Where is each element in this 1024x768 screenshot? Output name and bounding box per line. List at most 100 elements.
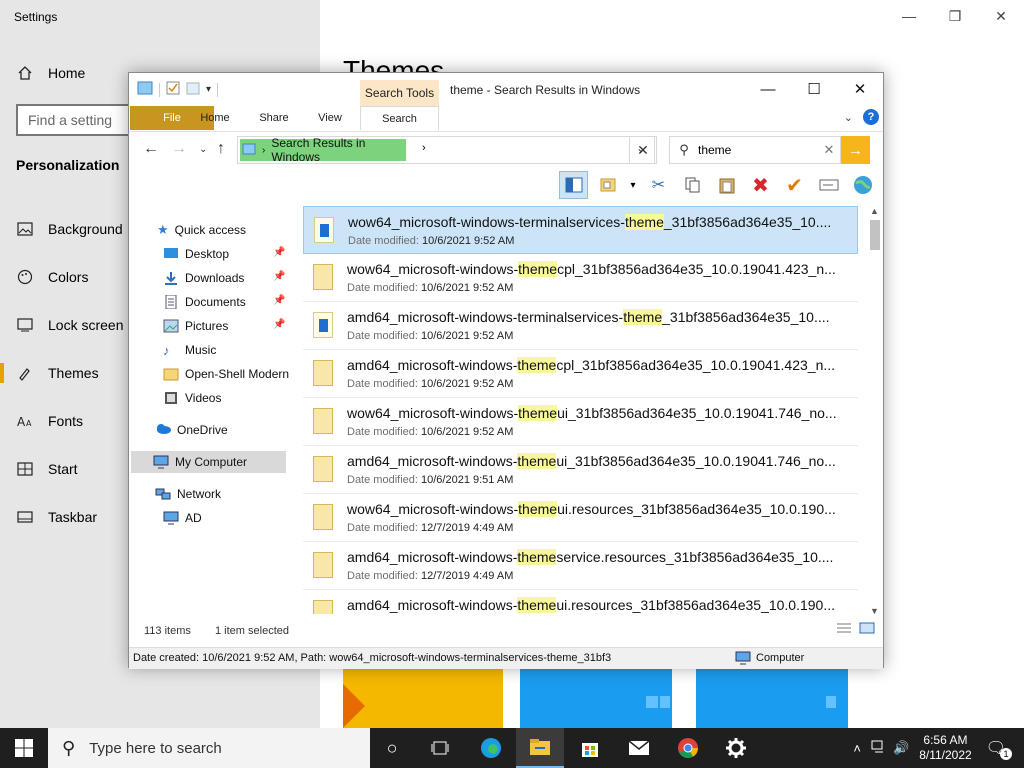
taskbar-search-box[interactable]: ⚲ Type here to search (48, 728, 370, 768)
show-hidden-icons-icon[interactable]: ˄ (853, 741, 861, 756)
nav-downloads[interactable]: Downloads (163, 267, 244, 289)
settings-nav-background[interactable]: Background (0, 205, 135, 253)
scrollbar-thumb[interactable] (870, 220, 880, 250)
task-view-icon[interactable] (416, 728, 464, 768)
result-row[interactable]: amd64_microsoft-windows-terminalservices… (303, 302, 858, 350)
settings-nav-lock-screen[interactable]: Lock screen (0, 301, 135, 349)
copy-icon[interactable] (678, 171, 707, 199)
properties-icon[interactable] (166, 81, 180, 98)
nav-desktop[interactable]: Desktop (163, 243, 229, 265)
recent-locations-icon[interactable]: ⌄ (199, 144, 207, 155)
nav-my-computer[interactable]: My Computer (131, 451, 286, 473)
preview-pane-button[interactable] (559, 171, 588, 199)
nav-quick-access[interactable]: ★ Quick access (157, 219, 246, 241)
stop-search-button[interactable]: ✕ (629, 136, 657, 164)
find-setting-input[interactable]: Find a setting (16, 104, 136, 136)
settings-nav-themes[interactable]: Themes (0, 349, 135, 397)
delete-icon[interactable]: ✖ (746, 171, 775, 199)
clear-search-icon[interactable]: ✕ (818, 142, 840, 158)
details-view-icon[interactable] (836, 622, 852, 637)
chrome-icon[interactable] (664, 728, 712, 768)
result-row[interactable]: wow64_microsoft-windows-themeui.resource… (303, 494, 858, 542)
new-item-button[interactable] (593, 171, 622, 199)
close-button[interactable]: ✕ (978, 0, 1024, 32)
settings-home-link[interactable]: Home (16, 64, 85, 82)
search-go-button[interactable]: → (841, 136, 870, 164)
edge-icon[interactable] (467, 728, 515, 768)
mail-icon[interactable] (615, 728, 663, 768)
theme-thumbnail[interactable] (696, 666, 848, 728)
nav-network-ad[interactable]: AD (163, 507, 202, 529)
nav-label: My Computer (175, 455, 248, 469)
restore-button[interactable]: ❐ (932, 0, 978, 32)
result-row[interactable]: amd64_microsoft-windows-themeui.resource… (303, 590, 858, 614)
back-arrow-icon[interactable]: ← (143, 140, 159, 158)
address-bar[interactable]: › Search Results in Windows › ⌄ (237, 136, 655, 164)
nav-onedrive[interactable]: OneDrive (155, 419, 228, 441)
volume-icon[interactable]: 🔊 (893, 740, 909, 756)
new-item-dropdown-icon[interactable]: ▾ (627, 171, 639, 199)
large-icons-view-icon[interactable] (859, 622, 875, 637)
forward-arrow-icon[interactable]: → (171, 140, 187, 158)
date-value: 10/6/2021 9:51 AM (421, 474, 514, 486)
theme-thumbnail[interactable] (520, 666, 672, 728)
nav-network[interactable]: Network (155, 483, 221, 505)
address-row: ← → ⌄ ↑ › Search Results in Windows › ⌄ … (129, 131, 883, 167)
settings-nav-fonts[interactable]: AA Fonts (0, 397, 135, 445)
nav-music[interactable]: ♪ Music (163, 339, 216, 361)
expand-ribbon-icon[interactable]: ⌄ (844, 111, 853, 124)
cortana-icon[interactable]: ○ (368, 728, 416, 768)
nav-pictures[interactable]: Pictures (163, 315, 228, 337)
nav-videos[interactable]: Videos (163, 387, 221, 409)
globe-icon[interactable] (848, 171, 877, 199)
up-arrow-icon[interactable]: ↑ (217, 140, 225, 158)
breadcrumb-chevron-icon[interactable]: › (422, 142, 426, 154)
settings-nav-colors[interactable]: Colors (0, 253, 135, 301)
file-explorer-taskbar-icon[interactable] (516, 728, 564, 768)
help-icon[interactable]: ? (863, 109, 879, 125)
tab-home[interactable]: Home (199, 106, 231, 130)
tab-view[interactable]: View (315, 106, 345, 130)
scroll-down-icon[interactable]: ▼ (870, 606, 879, 616)
nav-documents[interactable]: Documents (163, 291, 246, 313)
result-row[interactable]: amd64_microsoft-windows-themecpl_31bf385… (303, 350, 858, 398)
paste-icon[interactable] (712, 171, 741, 199)
close-button[interactable]: ✕ (837, 73, 883, 105)
explorer-titlebar[interactable]: ▾ Search Tools theme - Search Results in… (129, 73, 883, 106)
clock[interactable]: 6:56 AM 8/11/2022 (919, 733, 972, 763)
start-button[interactable] (0, 728, 48, 768)
minimize-button[interactable]: — (886, 0, 932, 32)
tab-search[interactable]: Search (360, 106, 439, 130)
check-icon[interactable]: ✔ (780, 171, 809, 199)
search-input[interactable]: ⚲ theme ✕ (669, 136, 841, 164)
pin-icon[interactable]: 📌 (273, 319, 285, 330)
search-tools-context-tab[interactable]: Search Tools (360, 80, 439, 106)
folder-icon (313, 600, 333, 614)
settings-nav-start[interactable]: Start (0, 445, 135, 493)
result-row[interactable]: wow64_microsoft-windows-themeui_31bf3856… (303, 398, 858, 446)
tab-share[interactable]: Share (257, 106, 291, 130)
pin-icon[interactable]: 📌 (273, 271, 285, 282)
rename-icon[interactable] (814, 171, 843, 199)
minimize-button[interactable]: — (745, 73, 791, 105)
new-folder-icon[interactable] (186, 81, 200, 98)
store-icon[interactable] (566, 728, 614, 768)
settings-nav-taskbar[interactable]: Taskbar (0, 493, 135, 541)
result-row[interactable]: amd64_microsoft-windows-themeui_31bf3856… (303, 446, 858, 494)
customize-toolbar-icon[interactable]: ▾ (206, 84, 211, 95)
results-scrollbar[interactable]: ▲ ▼ (867, 206, 883, 618)
result-row[interactable]: wow64_microsoft-windows-terminalservices… (303, 206, 858, 254)
scroll-up-icon[interactable]: ▲ (870, 206, 879, 216)
notification-center-icon[interactable]: 🗨 1 (986, 738, 1012, 760)
result-row[interactable]: wow64_microsoft-windows-themecpl_31bf385… (303, 254, 858, 302)
theme-thumbnail[interactable] (343, 666, 503, 728)
breadcrumb[interactable]: › Search Results in Windows (240, 136, 406, 164)
result-row[interactable]: amd64_microsoft-windows-themeservice.res… (303, 542, 858, 590)
pin-icon[interactable]: 📌 (273, 247, 285, 258)
nav-open-shell-modern[interactable]: Open-Shell Modern (163, 363, 289, 385)
network-status-icon[interactable] (871, 740, 887, 757)
cut-icon[interactable]: ✂ (644, 171, 673, 199)
maximize-button[interactable]: ☐ (791, 73, 837, 105)
settings-gear-icon[interactable] (712, 728, 760, 768)
pin-icon[interactable]: 📌 (273, 295, 285, 306)
